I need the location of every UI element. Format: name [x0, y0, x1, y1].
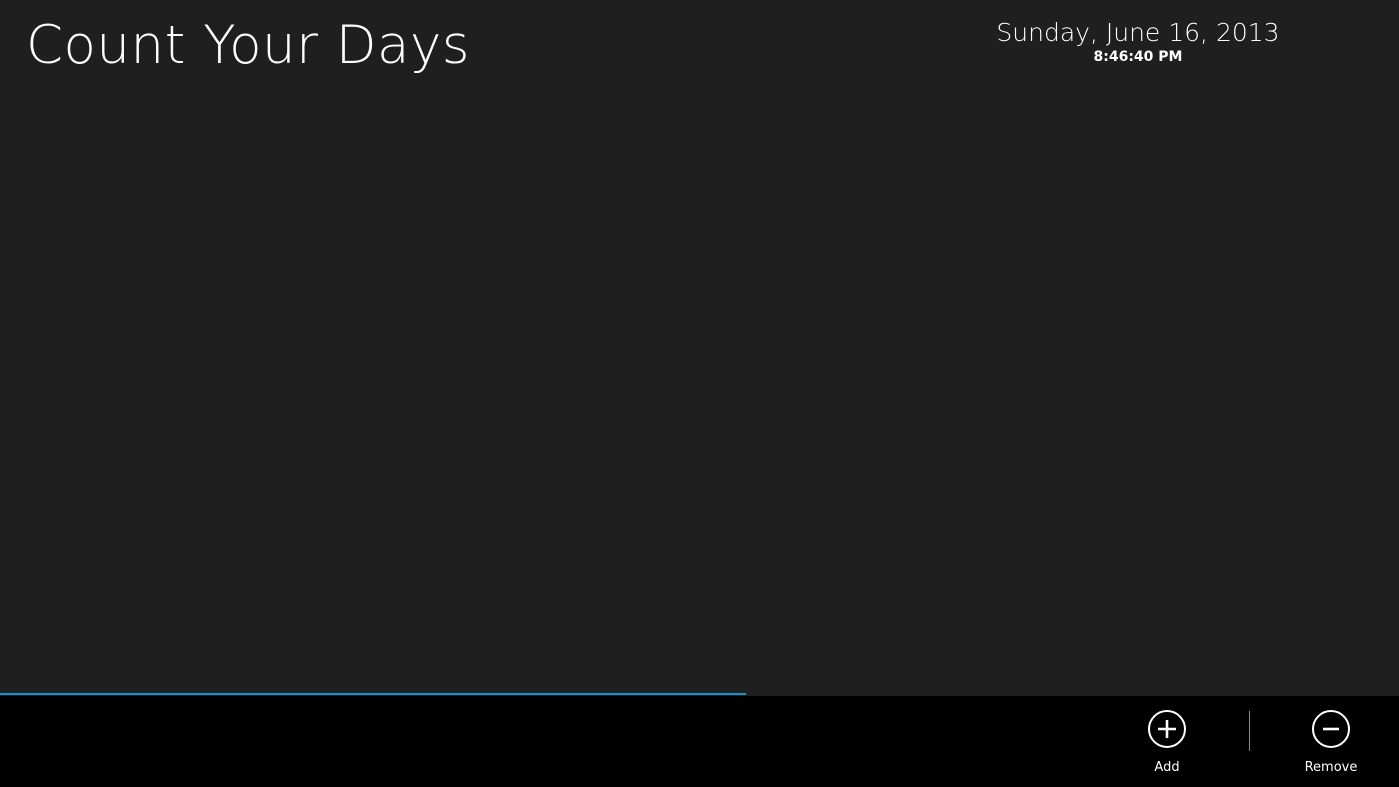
datetime-display: Sunday, June 16, 2013 8:46:40 PM — [988, 18, 1288, 66]
current-date: Sunday, June 16, 2013 — [996, 18, 1280, 47]
app-bar: Add Remove — [0, 696, 1399, 787]
current-time: 8:46:40 PM — [1093, 49, 1183, 65]
remove-button-label: Remove — [1304, 760, 1358, 775]
progress-bar — [0, 693, 1399, 695]
add-button[interactable]: Add — [1122, 710, 1212, 775]
minus-circle-icon — [1312, 710, 1350, 748]
app-window: Count Your Days Sunday, June 16, 2013 8:… — [0, 0, 1399, 787]
plus-icon — [1158, 720, 1176, 738]
page-title: Count Your Days — [26, 15, 470, 76]
plus-circle-icon — [1148, 710, 1186, 748]
minus-icon — [1323, 727, 1339, 731]
app-bar-separator — [1249, 711, 1250, 751]
add-button-label: Add — [1154, 760, 1180, 775]
progress-fill — [0, 693, 746, 695]
remove-button[interactable]: Remove — [1286, 710, 1376, 775]
